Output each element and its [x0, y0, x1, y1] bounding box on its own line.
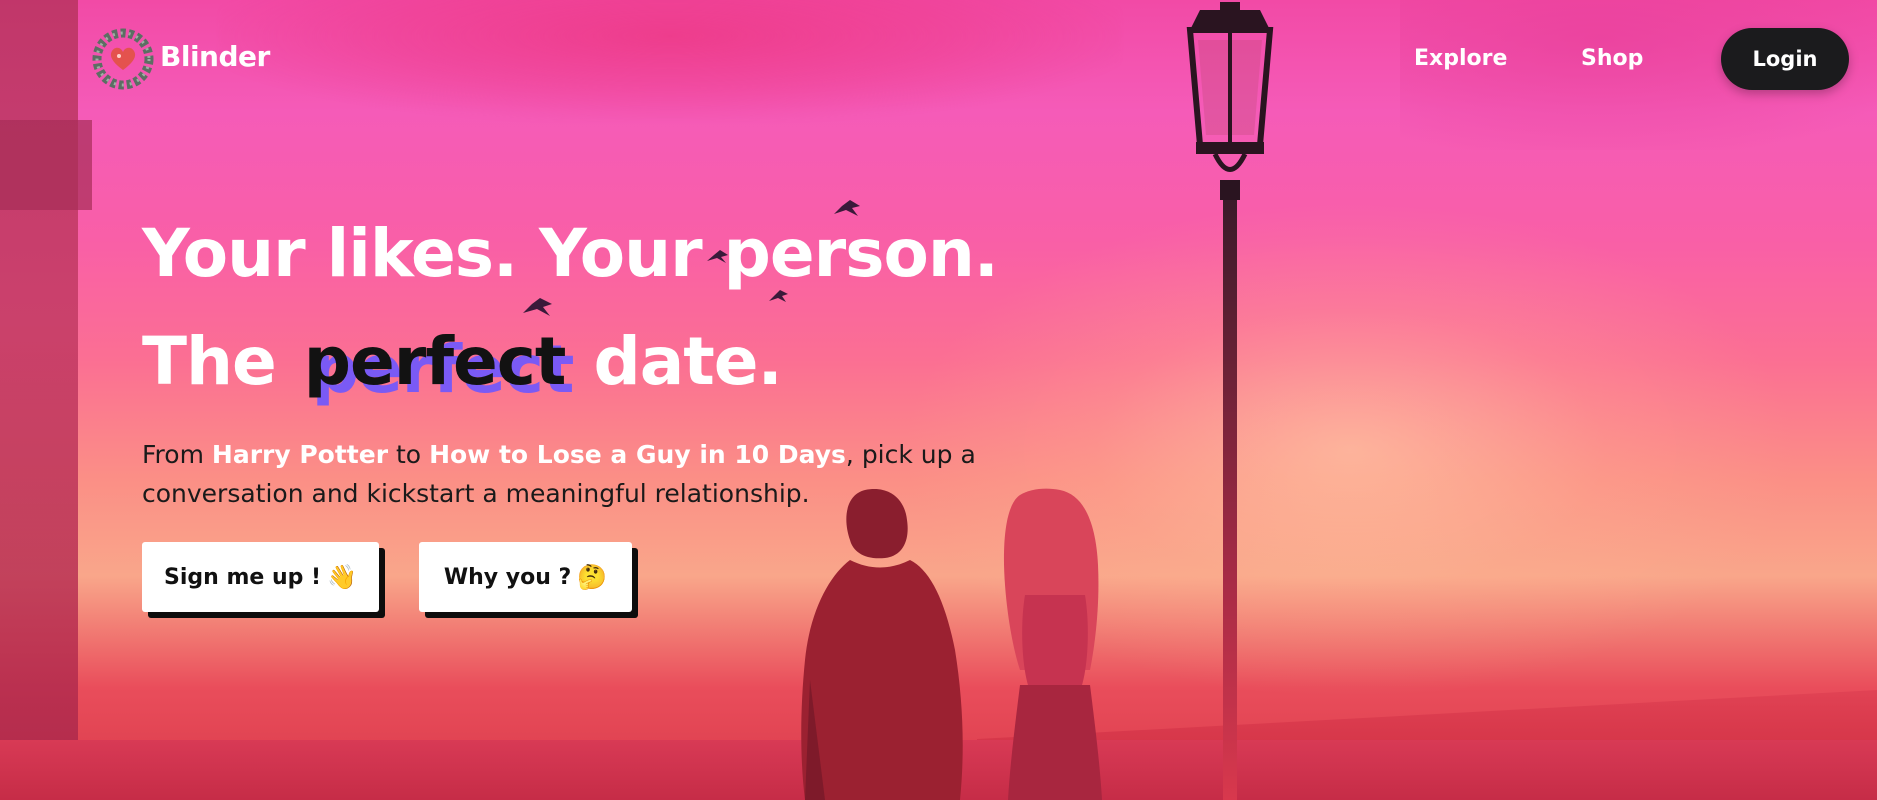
headline-highlight: perfect: [303, 323, 567, 400]
sign-up-label: Sign me up !: [164, 564, 322, 590]
nav-shop-link[interactable]: Shop: [1581, 46, 1643, 71]
subtext-title-2: How to Lose a Guy in 10 Days: [429, 440, 846, 469]
top-nav: Blinder Explore Shop Login: [0, 0, 1877, 118]
left-wall-detail: [0, 120, 92, 210]
brand-name[interactable]: Blinder: [160, 40, 270, 73]
street-lamp: [1186, 2, 1274, 800]
heart-wreath-logo-icon[interactable]: [92, 28, 154, 90]
hero-subtext: From Harry Potter to How to Lose a Guy i…: [142, 435, 992, 513]
subtext-title-1: Harry Potter: [211, 440, 389, 469]
headline-suffix: date.: [593, 323, 782, 400]
waving-hand-icon: 👋: [327, 563, 357, 591]
why-you-button[interactable]: Why you ? 🤔: [419, 542, 632, 612]
boy-silhouette: [801, 489, 963, 800]
subtext-from: From: [142, 440, 204, 469]
hero-headline: Your likes. Your person. The perfect dat…: [142, 200, 999, 416]
sign-up-button[interactable]: Sign me up ! 👋: [142, 542, 379, 612]
headline-prefix: The: [142, 323, 277, 400]
nav-explore-link[interactable]: Explore: [1414, 46, 1507, 71]
headline-line-2: The perfect date.: [142, 308, 998, 416]
subtext-to: to: [396, 440, 422, 469]
login-button[interactable]: Login: [1721, 28, 1849, 90]
thinking-face-icon: 🤔: [577, 563, 608, 591]
girl-silhouette: [1003, 488, 1102, 800]
headline-line-1: Your likes. Your person.: [142, 215, 999, 292]
why-you-label: Why you ?: [443, 564, 572, 590]
